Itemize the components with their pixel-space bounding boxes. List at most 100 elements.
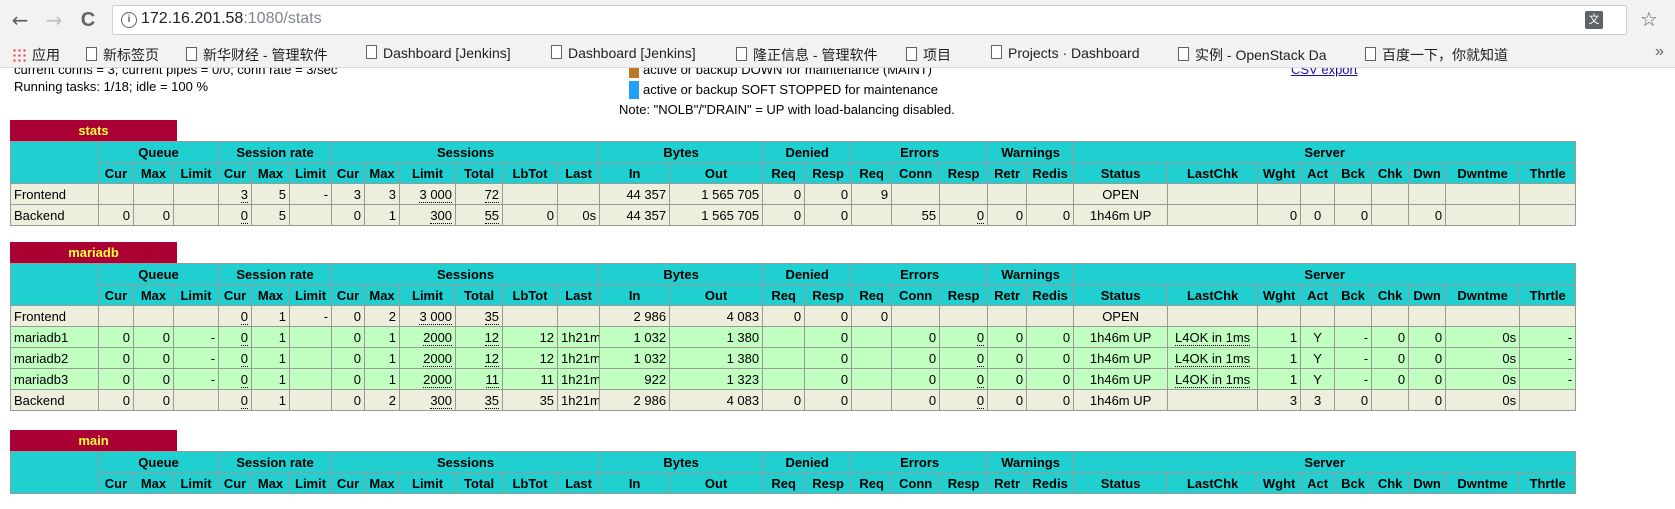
column-header: Status [1073,162,1169,184]
column-header: Max [364,284,401,306]
table-cell: OPEN [1073,183,1169,205]
column-header: Retr [987,162,1028,184]
row-name[interactable]: Frontend [10,183,99,205]
table-cell: 0 [331,204,366,226]
cell-value: 0 [1015,392,1024,408]
cell-value: 0 [840,207,849,223]
table-cell [289,204,333,226]
bookmark-item[interactable]: 新标签页 [86,45,159,65]
cell-value: - [210,350,216,366]
bookmark-item[interactable]: Dashboard [Jenkins] [551,45,696,61]
table-cell [172,183,220,205]
address-bar[interactable]: i 172.16.201.58:1080/stats 文 [112,5,1627,35]
cell-value: 1h46m UP [1089,392,1152,408]
star-icon[interactable]: ☆ [1640,7,1658,31]
bookmark-label: 项目 [923,47,951,63]
proxy-title-mariadb[interactable]: mariadb [10,242,177,263]
table-cell: 12 [455,326,504,348]
proxy-title-stats[interactable]: stats [10,120,177,141]
group-header: Denied [762,141,853,163]
table-cell: 2000 [399,326,457,348]
cell-value: 1 [1289,329,1298,345]
page-icon [736,47,747,61]
cell-value: 3 [1313,392,1322,408]
table-cell: 0s [1445,347,1521,369]
reload-button[interactable]: C [76,8,100,32]
table-cell [891,183,941,205]
bookmark-item[interactable]: 项目 [906,45,951,65]
column-header: Retr [987,284,1028,306]
cell-value: 0 [793,392,802,408]
table-cell: 5 [251,204,291,226]
table-cell: 1 [251,305,291,327]
column-header: Thrtle [1519,472,1577,494]
column-header: Cur [218,284,253,306]
forward-button[interactable]: → [42,8,66,32]
table-cell: 1 380 [669,326,764,348]
cell-value: 0 [793,308,802,324]
cell-value: 0 [928,392,937,408]
cell-value: 0 [840,350,849,366]
cell-value: 0 [162,371,170,387]
table-cell: 0 [891,368,941,390]
cell-value: 0 [240,308,249,325]
bookmark-item[interactable]: 实例 - OpenStack Da [1178,45,1358,65]
table-cell: 35 [455,389,504,411]
column-header: Redis [1026,472,1075,494]
bookmark-apps[interactable]: 应用 [12,45,60,65]
group-header: Server [1073,451,1577,473]
row-name[interactable]: mariadb3 [10,368,99,390]
table-cell [891,305,941,327]
group-header: Warnings [987,141,1075,163]
cell-value: 1 [278,308,287,324]
column-header: Max [133,162,174,184]
translate-icon[interactable]: 文 [1585,11,1603,29]
table-cell [1519,183,1577,205]
table-cell: 0 [987,368,1028,390]
conn-info: current conns = 3; current pipes = 0/0; … [14,68,338,77]
bookmark-item[interactable]: 百度一下，你就知道 [1365,45,1508,65]
bookmark-item[interactable]: 新华财经 - 管理软件 [186,45,327,65]
column-header: Wght [1257,162,1302,184]
bookmark-item[interactable]: Dashboard [Jenkins] [366,45,511,61]
table-cell: 0 [804,347,853,369]
cell-value: 0 [162,392,170,408]
table-cell [1026,183,1075,205]
column-header: Resp [939,472,989,494]
cell-value: 0 [1062,392,1071,408]
table-cell: 1 [364,368,401,390]
row-name[interactable]: Frontend [10,305,99,327]
csv-export-link[interactable]: CSV export [1291,68,1357,77]
column-header: Wght [1257,472,1302,494]
table-cell: - [172,326,220,348]
back-button[interactable]: ← [8,8,32,32]
table-cell [1519,389,1577,411]
table-cell: 0 [1371,347,1410,369]
row-name[interactable]: Backend [10,204,99,226]
url-text[interactable]: 172.16.201.58:1080/stats [141,10,322,28]
table-cell: 1 [251,368,291,390]
table-row: Frontend 0 1 - 0 2 3 000 35 2 986 4 083 0 0 0 OPEN [10,305,1577,327]
row-name[interactable]: Backend [10,389,99,411]
cell-value: 1 [388,350,397,366]
bookmark-item[interactable]: Projects · Dashboard [991,45,1171,61]
proxy-table-stats: Queue Session rate Sessions Bytes Denied Erro… [10,141,1577,226]
table-cell: 12 [502,326,559,348]
bookmarks-overflow-button[interactable]: » [1655,43,1664,61]
table-cell: 0 [1334,389,1373,411]
table-cell: 0 [133,326,174,348]
table-cell: 0 [804,204,853,226]
table-cell [1371,305,1410,327]
column-header: Last [557,472,601,494]
row-name[interactable]: mariadb1 [10,326,99,348]
bookmark-item[interactable]: 隆正信息 - 管理软件 [736,45,877,65]
info-icon[interactable]: i [121,12,137,28]
proxy-title-main[interactable]: main [10,430,177,451]
row-name[interactable]: mariadb2 [10,347,99,369]
column-header: Dwntme [1445,284,1521,306]
column-header: Cur [331,162,366,184]
table-cell: 0 [133,389,174,411]
table-cell [502,305,559,327]
column-header: Chk [1371,162,1410,184]
table-cell [1300,305,1336,327]
